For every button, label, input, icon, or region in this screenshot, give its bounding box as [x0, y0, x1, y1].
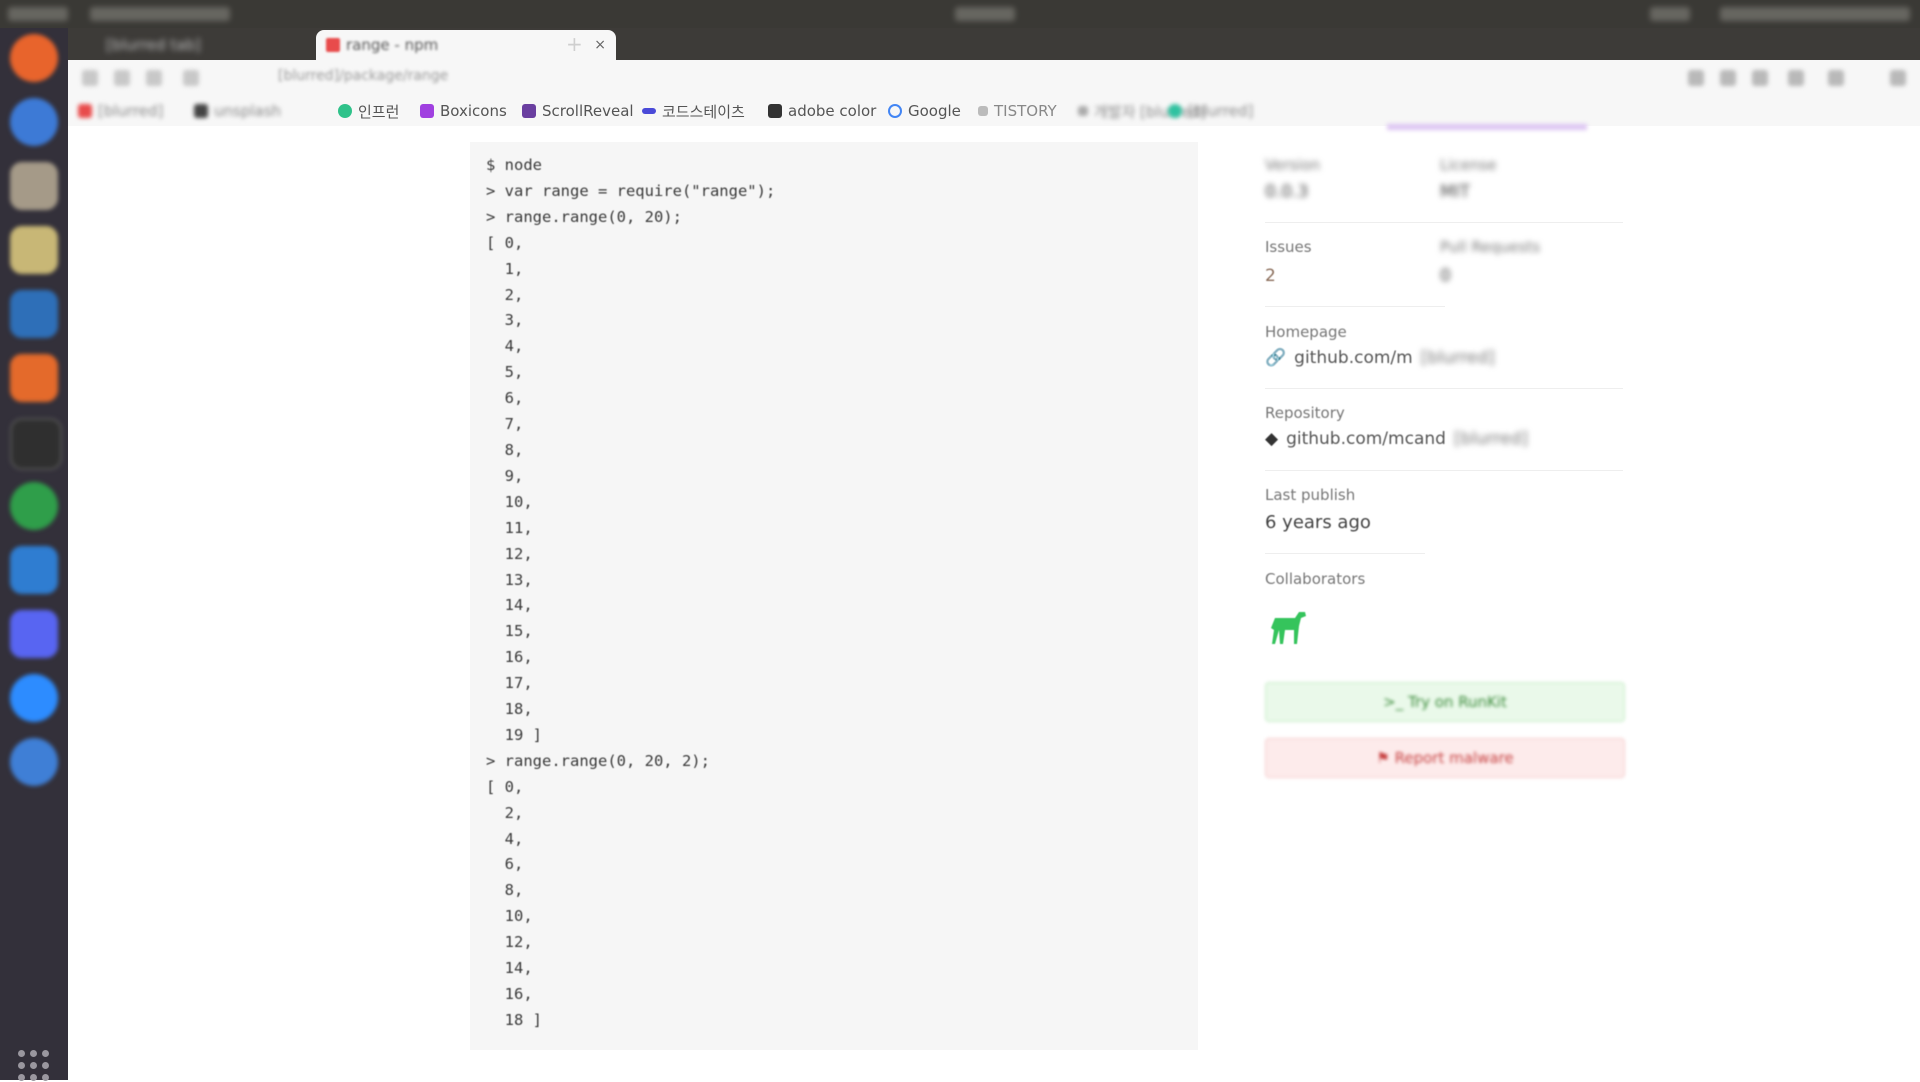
code-text: $ node > var range = require("range"); >… [486, 156, 776, 1029]
divider [1265, 388, 1623, 389]
bookmarks-bar: [blurred] unsplash 인프런 Boxicons ScrollRe… [68, 96, 1920, 127]
divider [1265, 306, 1445, 307]
bookmark-boxicons[interactable]: Boxicons [420, 101, 507, 121]
reload-icon[interactable] [146, 70, 162, 86]
share-icon[interactable] [1752, 70, 1768, 86]
collaborators-label: Collaborators [1265, 570, 1366, 588]
app-grid-icon[interactable] [18, 1050, 50, 1082]
tab-title: [blurred tab] [106, 36, 201, 54]
repository-link[interactable]: ◆ github.com/mcand [blurred] [1265, 429, 1528, 449]
package-sidebar: Version 0.0.3 License MIT Issues 2 Pull … [1197, 124, 1625, 1080]
npm-favicon-icon [326, 38, 340, 52]
bookmark-icon [78, 104, 92, 118]
software-center-icon[interactable] [10, 354, 58, 402]
url-field[interactable]: [blurred]/package/range [278, 68, 448, 84]
terminal-prompt-icon: >_ [1383, 693, 1408, 711]
thunderbird-icon[interactable] [10, 98, 58, 146]
homepage-label: Homepage [1265, 323, 1347, 341]
menu-icon[interactable] [1828, 70, 1844, 86]
try-runkit-button[interactable]: >_ Try on RunKit [1265, 682, 1625, 722]
divider [1265, 470, 1623, 471]
issues-label: Issues [1265, 238, 1312, 256]
bookmark-codestates[interactable]: 코드스테이츠 [642, 101, 745, 121]
bookmark-blurred-2[interactable]: [blurred] [1168, 101, 1253, 121]
last-publish-value: 6 years ago [1265, 512, 1371, 533]
divider [1265, 222, 1623, 223]
bookmark-icon [1078, 106, 1088, 116]
bookmark-tistory[interactable]: TISTORY [978, 101, 1057, 121]
tab-inactive[interactable]: [blurred tab] [78, 30, 313, 60]
forward-icon[interactable] [114, 70, 130, 86]
back-icon[interactable] [82, 70, 98, 86]
writer-icon[interactable] [10, 290, 58, 338]
inflearn-icon [338, 104, 352, 118]
bookmark-google[interactable]: Google [888, 101, 961, 121]
new-tab-button[interactable]: + [566, 33, 583, 55]
help-icon[interactable] [10, 738, 58, 786]
git-icon: ◆ [1265, 429, 1279, 449]
files-icon[interactable] [10, 162, 58, 210]
last-publish-label: Last publish [1265, 486, 1356, 504]
report-malware-button[interactable]: ⚑ Report malware [1265, 738, 1625, 778]
collaborator-avatar[interactable] [1265, 608, 1309, 652]
app-dock [0, 28, 68, 1082]
bookmark-blurred[interactable]: [blurred] [78, 101, 163, 121]
version-label: Version [1265, 156, 1321, 174]
homepage-link[interactable]: 🔗 github.com/m [blurred] [1265, 348, 1495, 368]
profile-icon[interactable] [1788, 70, 1804, 86]
os-top-bar [0, 0, 1920, 28]
version-value: 0.0.3 [1265, 182, 1309, 202]
unsplash-icon [194, 104, 208, 118]
link-icon: 🔗 [1265, 348, 1287, 368]
pull-requests-value[interactable]: 0 [1440, 266, 1451, 286]
discord-icon[interactable] [10, 610, 58, 658]
bookmark-star-icon[interactable] [1688, 70, 1704, 86]
divider [1265, 553, 1425, 554]
close-icon[interactable]: × [594, 30, 606, 60]
tistory-icon [978, 106, 988, 116]
license-value: MIT [1440, 182, 1471, 202]
scrollreveal-icon [522, 104, 536, 118]
bookmark-adobe-color[interactable]: adobe color [768, 101, 876, 121]
llama-avatar-icon [1271, 612, 1306, 644]
more-icon[interactable] [1890, 70, 1906, 86]
vscode-icon[interactable] [10, 546, 58, 594]
firefox-icon[interactable] [10, 34, 58, 82]
repository-label: Repository [1265, 404, 1345, 422]
issues-value[interactable]: 2 [1265, 266, 1276, 286]
tab-strip: [blurred tab] range - npm × [68, 28, 1920, 60]
google-icon [888, 104, 902, 118]
extensions-icon[interactable] [1720, 70, 1736, 86]
license-label: License [1440, 156, 1497, 174]
zoom-icon[interactable] [10, 674, 58, 722]
codestates-icon [642, 108, 656, 114]
chrome-icon[interactable] [10, 482, 58, 530]
page-content: $ node > var range = require("range"); >… [68, 124, 1920, 1080]
bookmark-icon [1168, 104, 1182, 118]
code-block: $ node > var range = require("range"); >… [470, 142, 1198, 1050]
bookmark-inflearn[interactable]: 인프런 [338, 101, 399, 121]
sidebar-accent-bar [1387, 124, 1587, 130]
bookmark-unsplash[interactable]: unsplash [194, 101, 281, 121]
adobe-color-icon [768, 104, 782, 118]
boxicons-icon [420, 104, 434, 118]
pull-requests-label: Pull Requests [1440, 238, 1541, 256]
address-bar-row: [blurred]/package/range [68, 60, 1920, 96]
lock-icon[interactable] [183, 70, 199, 86]
terminal-icon[interactable] [10, 418, 62, 470]
bookmark-scrollreveal[interactable]: ScrollReveal [522, 101, 634, 121]
tab-title: range - npm [346, 36, 439, 54]
media-player-icon[interactable] [10, 226, 58, 274]
flag-icon: ⚑ [1376, 749, 1395, 767]
